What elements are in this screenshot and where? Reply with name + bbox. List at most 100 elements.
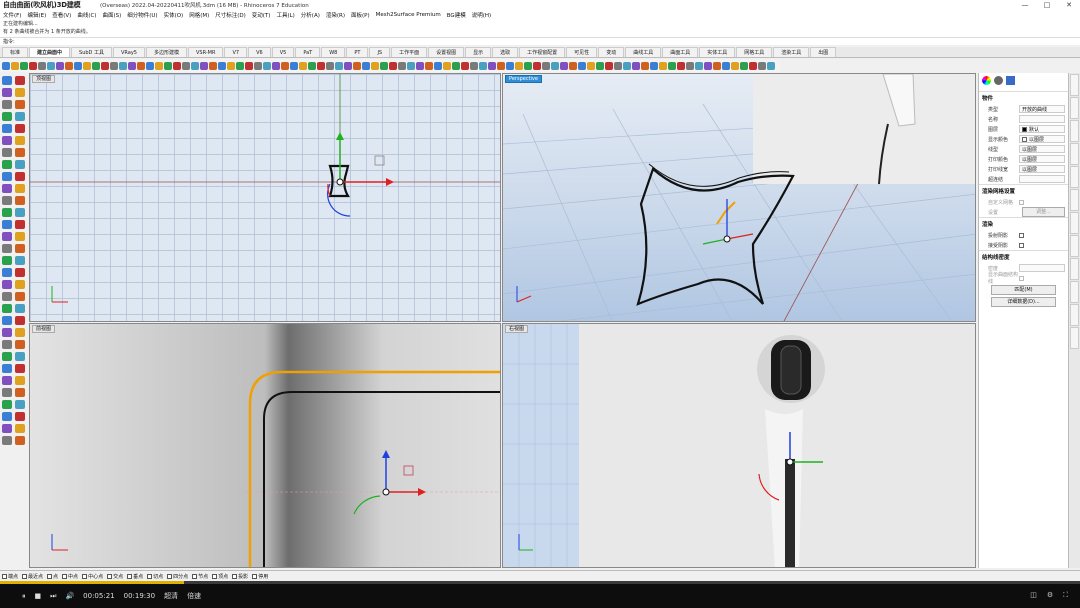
toolbar-command-icon[interactable] — [119, 61, 127, 70]
side-tab[interactable] — [1070, 166, 1079, 188]
toolbar-command-icon[interactable] — [596, 61, 604, 70]
tab-select[interactable]: 选取 — [492, 47, 519, 57]
side-tab[interactable] — [1070, 212, 1079, 234]
side-tab[interactable] — [1070, 189, 1079, 211]
menu-panels[interactable]: 面板(P) — [351, 11, 370, 19]
toolbar-command-icon[interactable] — [659, 61, 667, 70]
viewport-top[interactable]: 顶视图 — [29, 73, 501, 322]
tool-icon[interactable] — [15, 340, 25, 349]
menu-view[interactable]: 查看(V) — [52, 11, 71, 19]
speed-button[interactable]: 倍速 — [187, 591, 201, 601]
toolbar-command-icon[interactable] — [578, 61, 586, 70]
tool-icon[interactable] — [15, 160, 25, 169]
adjust-button[interactable]: 调整... — [1022, 207, 1065, 217]
toolbar-command-icon[interactable] — [497, 61, 505, 70]
tool-icon[interactable] — [15, 148, 25, 157]
toolbar-command-icon[interactable] — [452, 61, 460, 70]
viewport-perspective[interactable]: Perspective — [502, 73, 976, 322]
tool-icon[interactable] — [2, 280, 12, 289]
tool-icon[interactable] — [2, 316, 12, 325]
toolbar-command-icon[interactable] — [335, 61, 343, 70]
viewport-label-front[interactable]: 前视图 — [32, 325, 56, 333]
tool-icon[interactable] — [2, 112, 12, 121]
osnap-tan[interactable]: 切点 — [147, 573, 163, 580]
side-tab[interactable] — [1070, 74, 1079, 96]
toolbar-command-icon[interactable] — [425, 61, 433, 70]
tool-icon[interactable] — [15, 112, 25, 121]
side-tab[interactable] — [1070, 97, 1079, 119]
toolbar-command-icon[interactable] — [749, 61, 757, 70]
tool-icon[interactable] — [15, 88, 25, 97]
hyperlink-field[interactable] — [1019, 175, 1065, 183]
toolbar-command-icon[interactable] — [416, 61, 424, 70]
tool-icon[interactable] — [15, 244, 25, 253]
tool-icon[interactable] — [15, 400, 25, 409]
tool-icon[interactable] — [2, 244, 12, 253]
print-width-select[interactable]: 以图层 — [1019, 165, 1065, 173]
print-color-select[interactable]: 以图层 — [1019, 155, 1065, 163]
toolbar-command-icon[interactable] — [65, 61, 73, 70]
tool-icon[interactable] — [15, 196, 25, 205]
toolbar-command-icon[interactable] — [263, 61, 271, 70]
toolbar-command-icon[interactable] — [110, 61, 118, 70]
tool-icon[interactable] — [2, 220, 12, 229]
viewport-front[interactable]: 前视图 — [29, 323, 501, 568]
toolbar-command-icon[interactable] — [686, 61, 694, 70]
tool-icon[interactable] — [15, 100, 25, 109]
toolbar-command-icon[interactable] — [506, 61, 514, 70]
danmaku-icon[interactable]: ◫ — [1030, 591, 1037, 600]
tab-v7[interactable]: V7 — [224, 47, 248, 57]
toolbar-command-icon[interactable] — [281, 61, 289, 70]
tab-vsr[interactable]: VSR-MR — [188, 47, 224, 57]
tool-icon[interactable] — [2, 136, 12, 145]
tool-icon[interactable] — [2, 364, 12, 373]
linetype-select[interactable]: 以图层 — [1019, 145, 1065, 153]
toolbar-command-icon[interactable] — [254, 61, 262, 70]
toolbar-command-icon[interactable] — [695, 61, 703, 70]
toolbar-command-icon[interactable] — [371, 61, 379, 70]
tool-icon[interactable] — [15, 316, 25, 325]
side-tab[interactable] — [1070, 327, 1079, 349]
cast-shadows-checkbox[interactable] — [1019, 232, 1024, 238]
tab-pat[interactable]: PaT — [295, 47, 321, 57]
tool-icon[interactable] — [2, 148, 12, 157]
toolbar-command-icon[interactable] — [551, 61, 559, 70]
toolbar-command-icon[interactable] — [668, 61, 676, 70]
menu-surface[interactable]: 曲面(S) — [102, 11, 121, 19]
toolbar-command-icon[interactable] — [236, 61, 244, 70]
toolbar-command-icon[interactable] — [299, 61, 307, 70]
tool-icon[interactable] — [2, 376, 12, 385]
toolbar-command-icon[interactable] — [767, 61, 775, 70]
minimize-button[interactable]: — — [1014, 0, 1036, 10]
toolbar-command-icon[interactable] — [128, 61, 136, 70]
toolbar-command-icon[interactable] — [470, 61, 478, 70]
toolbar-command-icon[interactable] — [344, 61, 352, 70]
tab-subd-tools[interactable]: SubD 工具 — [71, 47, 112, 57]
quality-button[interactable]: 超清 — [164, 591, 178, 601]
toolbar-command-icon[interactable] — [101, 61, 109, 70]
tab-pt[interactable]: PT — [346, 47, 369, 57]
toolbar-command-icon[interactable] — [722, 61, 730, 70]
tab-js[interactable]: JS — [369, 47, 391, 57]
osnap-knot[interactable]: 节点 — [192, 573, 208, 580]
toolbar-command-icon[interactable] — [155, 61, 163, 70]
toolbar-command-icon[interactable] — [524, 61, 532, 70]
toolbar-command-icon[interactable] — [641, 61, 649, 70]
tool-icon[interactable] — [15, 208, 25, 217]
tool-icon[interactable] — [2, 424, 12, 433]
tab-polygon[interactable]: 多边形建模 — [146, 47, 188, 57]
toolbar-command-icon[interactable] — [164, 61, 172, 70]
tool-icon[interactable] — [2, 100, 12, 109]
osnap-mid[interactable]: 中点 — [62, 573, 78, 580]
tool-icon[interactable] — [2, 292, 12, 301]
menu-subd[interactable]: 细分物件(U) — [127, 11, 157, 19]
toolbar-command-icon[interactable] — [704, 61, 712, 70]
tab-v5[interactable]: V5 — [271, 47, 295, 57]
tool-icon[interactable] — [15, 352, 25, 361]
toolbar-command-icon[interactable] — [587, 61, 595, 70]
menu-transform[interactable]: 变动(T) — [252, 11, 271, 19]
viewport-label-right[interactable]: 右视图 — [505, 325, 529, 333]
tool-icon[interactable] — [15, 304, 25, 313]
toolbar-command-icon[interactable] — [326, 61, 334, 70]
toolbar-command-icon[interactable] — [623, 61, 631, 70]
